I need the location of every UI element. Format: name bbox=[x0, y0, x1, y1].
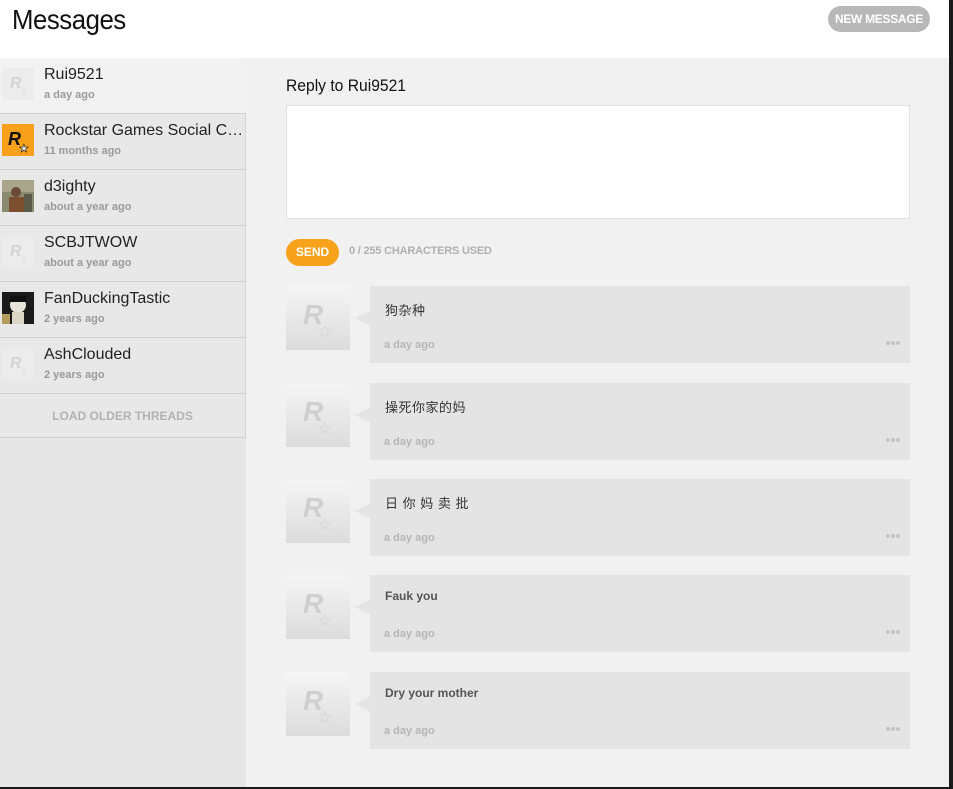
rockstar-placeholder-icon: R ☆ bbox=[286, 479, 350, 543]
message-text: Fauk you bbox=[385, 589, 438, 603]
rockstar-placeholder-icon: R ☆ bbox=[286, 383, 350, 447]
more-options-icon[interactable] bbox=[886, 340, 902, 346]
rockstar-placeholder-icon: R ☆ bbox=[2, 236, 34, 268]
thread-item-ashclouded[interactable]: R ☆ AshClouded 2 years ago bbox=[0, 338, 246, 394]
thread-time: a day ago bbox=[44, 89, 95, 101]
message-item: R ☆ 狗杂种 a day ago bbox=[286, 286, 910, 363]
svg-text:☆: ☆ bbox=[20, 87, 28, 97]
thread-time: 2 years ago bbox=[44, 313, 105, 325]
page-title: Messages bbox=[12, 4, 126, 35]
more-options-icon[interactable] bbox=[886, 629, 902, 635]
message-bubble: 狗杂种 a day ago bbox=[370, 286, 910, 363]
message-text: 狗杂种 bbox=[385, 303, 426, 318]
new-message-button[interactable]: NEW MESSAGE bbox=[828, 6, 930, 32]
user-avatar-photo bbox=[2, 180, 34, 212]
thread-time: about a year ago bbox=[44, 201, 132, 213]
message-bubble: Fauk you a day ago bbox=[370, 575, 910, 652]
thread-name: SCBJTWOW bbox=[44, 234, 138, 251]
reply-title: Reply to Rui9521 bbox=[286, 76, 406, 95]
thread-item-fanduckingtastic[interactable]: FanDuckingTastic 2 years ago bbox=[0, 282, 246, 338]
svg-text:☆: ☆ bbox=[20, 255, 28, 265]
thread-time: about a year ago bbox=[44, 257, 132, 269]
thread-name: Rui9521 bbox=[44, 66, 104, 83]
thread-item-rui9521[interactable]: R ☆ Rui9521 a day ago bbox=[0, 58, 246, 114]
bubble-tail bbox=[355, 310, 371, 326]
user-avatar-photo bbox=[2, 292, 34, 324]
rockstar-placeholder-icon: R ☆ bbox=[2, 348, 34, 380]
rockstar-placeholder-icon: R ☆ bbox=[2, 68, 34, 100]
message-time: a day ago bbox=[384, 725, 435, 737]
message-item: R ☆ 日 你 妈 卖 批 a day ago bbox=[286, 479, 910, 556]
message-text: 日 你 妈 卖 批 bbox=[385, 496, 469, 511]
rockstar-placeholder-icon: R ☆ bbox=[286, 575, 350, 639]
rockstar-placeholder-icon: R ☆ bbox=[286, 672, 350, 736]
thread-item-scbjtwow[interactable]: R ☆ SCBJTWOW about a year ago bbox=[0, 226, 246, 282]
thread-name: FanDuckingTastic bbox=[44, 290, 171, 307]
svg-text:☆: ☆ bbox=[317, 515, 332, 535]
message-text: Dry your mother bbox=[385, 686, 479, 700]
message-time: a day ago bbox=[384, 339, 435, 351]
message-bubble: 日 你 妈 卖 批 a day ago bbox=[370, 479, 910, 556]
send-button[interactable]: SEND bbox=[286, 239, 339, 266]
message-bubble: 操死你家的妈 a day ago bbox=[370, 383, 910, 460]
more-options-icon[interactable] bbox=[886, 533, 902, 539]
more-options-icon[interactable] bbox=[886, 437, 902, 443]
rockstar-placeholder-icon: R ☆ bbox=[286, 286, 350, 350]
message-time: a day ago bbox=[384, 628, 435, 640]
thread-item-rockstar-games-social-club[interactable]: R ★ Rockstar Games Social Club 11 months… bbox=[0, 114, 246, 170]
svg-text:☆: ☆ bbox=[317, 322, 332, 342]
bubble-tail bbox=[355, 599, 371, 615]
reply-textarea[interactable] bbox=[286, 105, 910, 219]
thread-name: d3ighty bbox=[44, 178, 96, 195]
message-item: R ☆ Fauk you a day ago bbox=[286, 575, 910, 652]
thread-time: 11 months ago bbox=[44, 145, 122, 157]
window-border bbox=[949, 0, 953, 789]
svg-text:★: ★ bbox=[19, 142, 29, 155]
thread-name: Rockstar Games Social Club bbox=[44, 122, 244, 139]
message-text: 操死你家的妈 bbox=[385, 400, 467, 415]
message-time: a day ago bbox=[384, 436, 435, 448]
rockstar-logo-icon: R ★ bbox=[2, 124, 34, 156]
bubble-tail bbox=[355, 696, 371, 712]
svg-text:☆: ☆ bbox=[317, 419, 332, 439]
bubble-tail bbox=[355, 503, 371, 519]
message-bubble: Dry your mother a day ago bbox=[370, 672, 910, 749]
thread-name: AshClouded bbox=[44, 346, 132, 363]
bubble-tail bbox=[355, 407, 371, 423]
svg-text:☆: ☆ bbox=[317, 611, 332, 631]
conversation-panel: Reply to Rui9521 SEND 0 / 255 CHARACTERS… bbox=[246, 58, 949, 787]
thread-item-d3ighty[interactable]: d3ighty about a year ago bbox=[0, 170, 246, 226]
thread-time: 2 years ago bbox=[44, 369, 105, 381]
message-item: R ☆ 操死你家的妈 a day ago bbox=[286, 383, 910, 460]
message-item: R ☆ Dry your mother a day ago bbox=[286, 672, 910, 749]
load-older-threads-button[interactable]: LOAD OLDER THREADS bbox=[0, 394, 246, 438]
svg-text:☆: ☆ bbox=[20, 367, 28, 377]
message-time: a day ago bbox=[384, 532, 435, 544]
header: Messages NEW MESSAGE bbox=[0, 0, 949, 58]
character-counter: 0 / 255 CHARACTERS USED bbox=[349, 245, 492, 257]
svg-text:☆: ☆ bbox=[317, 708, 332, 728]
thread-list: R ☆ Rui9521 a day ago R ★ Rockstar Games… bbox=[0, 58, 246, 787]
more-options-icon[interactable] bbox=[886, 726, 902, 732]
